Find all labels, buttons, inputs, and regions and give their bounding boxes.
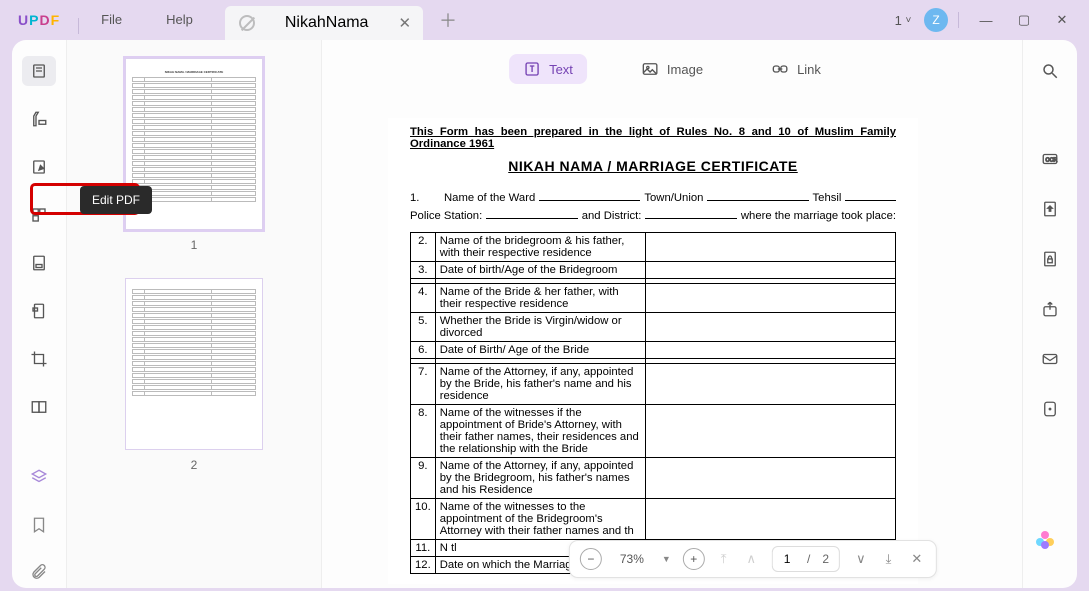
reader-tool[interactable] — [22, 56, 56, 86]
menu-help[interactable]: Help — [144, 0, 215, 40]
search-button[interactable] — [1033, 56, 1067, 86]
protect-button[interactable] — [1033, 244, 1067, 274]
first-page-button[interactable]: ⤒ — [717, 551, 731, 567]
close-tab-icon[interactable]: ✕ — [398, 14, 411, 32]
email-button[interactable] — [1033, 344, 1067, 374]
layers-tool[interactable] — [22, 462, 56, 492]
page-tool[interactable] — [22, 248, 56, 278]
zoom-out-button[interactable]: − — [580, 548, 602, 570]
thumbnail-1-number: 1 — [125, 238, 263, 252]
ai-assistant-icon[interactable] — [1033, 528, 1057, 552]
hidden-icon — [239, 15, 255, 31]
avatar[interactable]: Z — [924, 8, 948, 32]
page-navigator: − 73% ▼ + ⤒ ∧ / 2 ∨ ⤓ ✕ — [569, 540, 937, 578]
edit-pdf-tooltip: Edit PDF — [80, 186, 152, 214]
maximize-button[interactable]: ▢ — [1007, 6, 1041, 34]
minimize-button[interactable]: — — [969, 6, 1003, 34]
app-logo: UPDF — [0, 12, 78, 28]
doc-table: 2.Name of the bridegroom & his father, w… — [410, 232, 896, 574]
highlight-rect: Edit PDF — [30, 183, 140, 215]
zoom-value: 73% — [614, 552, 650, 566]
edit-pdf-tool[interactable] — [22, 152, 56, 182]
document-page[interactable]: This Form has been prepared in the light… — [388, 118, 918, 584]
share-button[interactable] — [1033, 294, 1067, 324]
document-tab[interactable]: NikahNama ✕ — [225, 6, 423, 40]
zoom-in-button[interactable]: + — [683, 548, 705, 570]
form-tool[interactable] — [22, 296, 56, 326]
edit-link-button[interactable]: Link — [757, 54, 835, 84]
next-page-button[interactable]: ∨ — [852, 551, 870, 567]
page-input[interactable] — [773, 552, 801, 566]
thumbnail-2[interactable] — [125, 278, 263, 450]
print-button[interactable] — [1033, 394, 1067, 424]
edit-text-button[interactable]: Text — [509, 54, 587, 84]
svg-text:OCR: OCR — [1046, 157, 1058, 163]
menu-file[interactable]: File — [79, 0, 144, 40]
doc-title: NIKAH NAMA / MARRIAGE CERTIFICATE — [410, 158, 896, 174]
export-button[interactable] — [1033, 194, 1067, 224]
edit-image-button[interactable]: Image — [627, 54, 717, 84]
close-window-button[interactable]: ✕ — [1045, 6, 1079, 34]
doc-note: This Form has been prepared in the light… — [410, 126, 896, 150]
counter[interactable]: 1 ˅ — [886, 6, 920, 34]
prev-page-button[interactable]: ∧ — [743, 551, 761, 567]
compare-tool[interactable] — [22, 392, 56, 422]
last-page-button[interactable]: ⤓ — [882, 551, 896, 567]
crop-tool[interactable] — [22, 344, 56, 374]
zoom-dropdown[interactable]: ▼ — [662, 554, 671, 564]
tab-title: NikahNama — [285, 14, 369, 32]
close-nav-button[interactable]: ✕ — [907, 551, 926, 567]
new-tab-button[interactable]: ＋ — [439, 7, 457, 33]
attachment-tool[interactable] — [22, 558, 56, 588]
ocr-button[interactable]: OCR — [1033, 144, 1067, 174]
comment-tool[interactable] — [22, 104, 56, 134]
thumbnail-2-number: 2 — [125, 458, 263, 472]
bookmark-tool[interactable] — [22, 510, 56, 540]
